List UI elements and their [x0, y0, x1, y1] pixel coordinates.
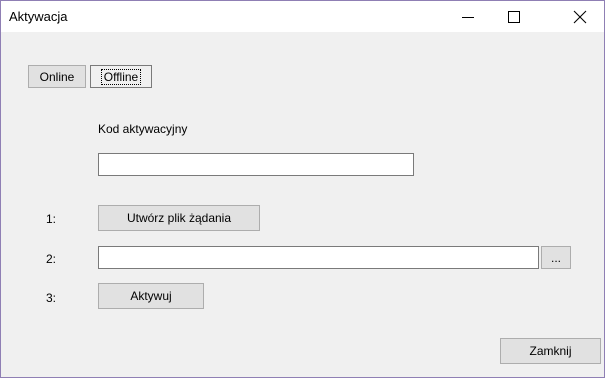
tab-offline[interactable]: Offline: [90, 65, 152, 88]
browse-button[interactable]: ...: [541, 246, 571, 269]
maximize-button[interactable]: [491, 1, 537, 32]
step-2-number: 2:: [46, 252, 57, 266]
request-file-path-input[interactable]: [98, 246, 539, 269]
close-button[interactable]: Zamknij: [500, 338, 601, 364]
browse-label: ...: [550, 250, 561, 265]
window-client-area: Online Offline Kod aktywacyjny 1: Utwórz…: [1, 32, 604, 377]
tab-online-label: Online: [39, 69, 75, 84]
close-button-label: Zamknij: [529, 344, 572, 358]
maximize-icon: [508, 10, 520, 23]
step-1-number: 1:: [46, 212, 57, 226]
activation-code-label: Kod aktywacyjny: [98, 122, 188, 136]
activation-window: Aktywacja Online Offline Kod aktywacyjny: [0, 0, 605, 378]
minimize-icon: [462, 16, 474, 18]
create-request-file-button[interactable]: Utwórz plik żądania: [98, 205, 260, 231]
tab-online[interactable]: Online: [28, 65, 86, 88]
close-window-button[interactable]: [557, 1, 603, 32]
activate-label: Aktywuj: [130, 289, 172, 303]
activate-button[interactable]: Aktywuj: [98, 283, 204, 309]
window-title: Aktywacja: [9, 9, 68, 24]
close-icon: [573, 10, 587, 23]
minimize-button[interactable]: [445, 1, 491, 32]
step-3-number: 3:: [46, 291, 57, 305]
title-bar[interactable]: Aktywacja: [1, 1, 604, 32]
activation-code-input[interactable]: [98, 153, 414, 176]
create-request-file-label: Utwórz plik żądania: [126, 211, 232, 225]
tab-offline-label: Offline: [100, 68, 142, 85]
